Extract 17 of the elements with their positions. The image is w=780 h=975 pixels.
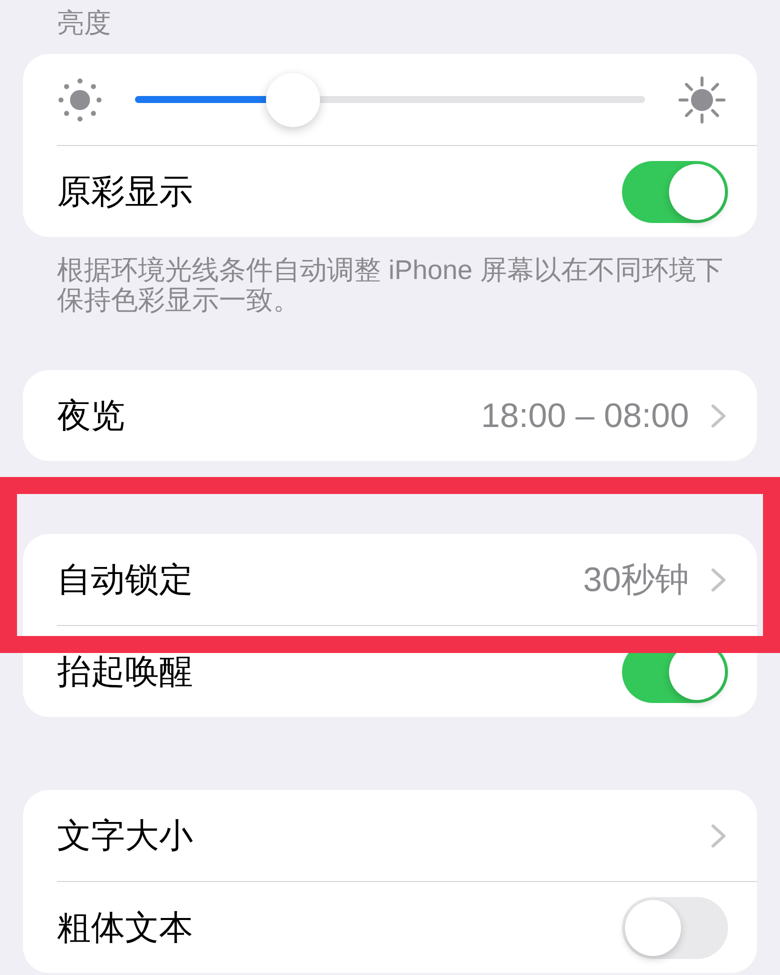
setting-label: 原彩显示 <box>57 174 193 208</box>
setting-value: 18:00 – 08:00 <box>481 398 689 432</box>
chevron-right-icon <box>711 568 726 592</box>
slider-thumb[interactable] <box>266 72 320 126</box>
setting-label: 文字大小 <box>57 818 193 852</box>
chevron-right-icon <box>711 404 726 428</box>
section-footer: 根据环境光线条件自动调整 iPhone 屏幕以在不同环境下保持色彩显示一致。 <box>57 255 737 315</box>
section-header: 亮度 <box>57 7 111 38</box>
setting-label: 抬起唤醒 <box>57 654 193 688</box>
setting-label: 夜览 <box>57 398 125 432</box>
sun-icon <box>678 76 726 124</box>
sun-icon <box>58 78 102 122</box>
setting-label: 粗体文本 <box>57 910 193 944</box>
setting-value: 30秒钟 <box>583 562 689 596</box>
chevron-right-icon <box>711 824 726 848</box>
setting-label: 自动锁定 <box>57 562 193 596</box>
slider-track[interactable] <box>135 96 645 103</box>
